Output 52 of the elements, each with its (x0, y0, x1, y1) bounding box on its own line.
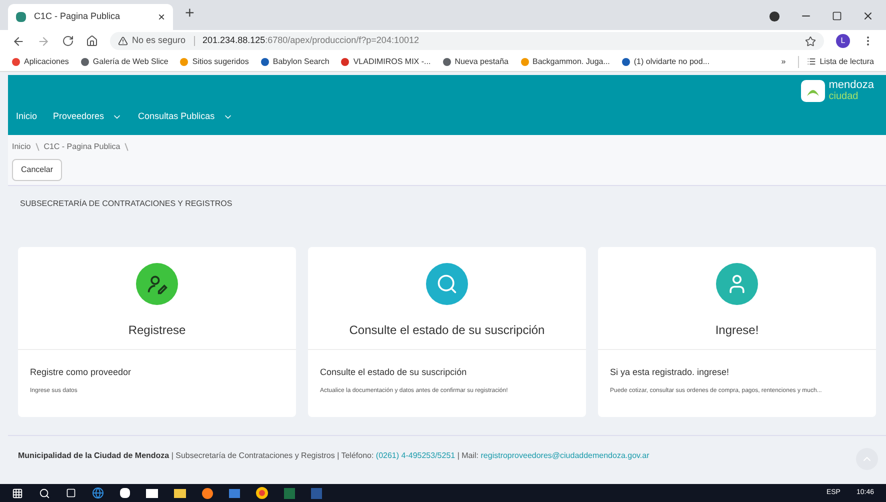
bookmark-item[interactable]: Babylon Search (260, 56, 330, 68)
breadcrumb-link[interactable]: C1C - Pagina Publica (44, 141, 120, 153)
home-icon[interactable] (86, 35, 98, 47)
favicon-icon (16, 12, 26, 22)
section-title: SUBSECRETARÍA DE CONTRATACIONES Y REGISTROS (20, 199, 232, 208)
warning-icon (118, 36, 128, 46)
browser-tab[interactable]: C1C - Pagina Publica × (8, 4, 173, 30)
folder-icon[interactable] (174, 488, 186, 498)
reload-icon[interactable] (62, 35, 74, 47)
profile-avatar[interactable]: L (836, 34, 850, 48)
reading-list-button[interactable]: Lista de lectura (798, 56, 874, 68)
start-icon[interactable] (12, 488, 23, 498)
new-tab-button[interactable]: + (185, 2, 194, 26)
list-icon (806, 57, 816, 66)
bookmark-item[interactable]: (1) olvidarte no pod... (622, 56, 710, 68)
back-icon[interactable] (12, 34, 25, 48)
close-window-icon[interactable] (862, 10, 874, 22)
bookmark-star-icon[interactable] (805, 36, 816, 46)
nav-item[interactable]: Inicio (16, 110, 38, 124)
restore-icon[interactable] (832, 11, 842, 21)
bookmark-item[interactable]: VLADIMIROS MIX -... (341, 56, 431, 68)
bookmark-item[interactable]: Backgammon. Juga... (520, 56, 610, 68)
user-edit-icon (146, 273, 168, 295)
url-text: 201.234.88.125:6780/apex/produccion/f?p=204:10012 (202, 34, 419, 48)
cancel-button[interactable]: Cancelar (12, 159, 62, 181)
close-icon[interactable]: × (158, 8, 165, 26)
card-title: Consulte el estado de su suscripción (349, 322, 545, 339)
address-bar[interactable]: No es seguro 201.234.88.125:6780/apex/produccion/f?p=204:10012 (110, 32, 824, 50)
card-title: Ingrese! (715, 322, 759, 339)
bookmark-item[interactable]: Sitios sugeridos (180, 56, 249, 68)
logo-title: mendoza (828, 80, 874, 91)
search-icon (436, 273, 458, 295)
card-subtitle: Registre como proveedor (30, 366, 132, 379)
search-icon[interactable] (39, 488, 50, 498)
footer-text: Municipalidad de la Ciudad de Mendoza | Subsecretaría de Contrataciones y Registros | Teléfono: (0261) 4-495253/5251 | Mail: registroproveedores@ciudaddemendoza.gov.ar (18, 450, 650, 462)
card-subtitle: Consulte el estado de su suscripción (320, 366, 468, 379)
card-title: Registrese (128, 322, 186, 339)
bookmark-item[interactable]: Aplicaciones (12, 56, 69, 68)
logo-icon (800, 80, 825, 102)
app-icon[interactable] (229, 488, 240, 498)
nav-item[interactable]: Consultas Publicas (138, 110, 233, 124)
task-view-icon[interactable] (66, 488, 76, 498)
nav-item[interactable]: Proveedores (53, 110, 122, 124)
security-label: No es seguro (132, 34, 186, 48)
breadcrumb-link[interactable]: Inicio (12, 141, 31, 153)
bookmark-item[interactable]: Galería de Web Slice (80, 56, 168, 68)
bookmark-item[interactable]: Nueva pestaña (442, 56, 509, 68)
more-bookmarks[interactable]: » (781, 56, 786, 68)
card-subtitle: Si ya esta registrado. ingrese! (610, 366, 730, 379)
logo-subtitle: ciudad (828, 91, 860, 102)
tab-title: C1C - Pagina Publica (34, 10, 122, 24)
record-icon[interactable] (769, 10, 780, 22)
